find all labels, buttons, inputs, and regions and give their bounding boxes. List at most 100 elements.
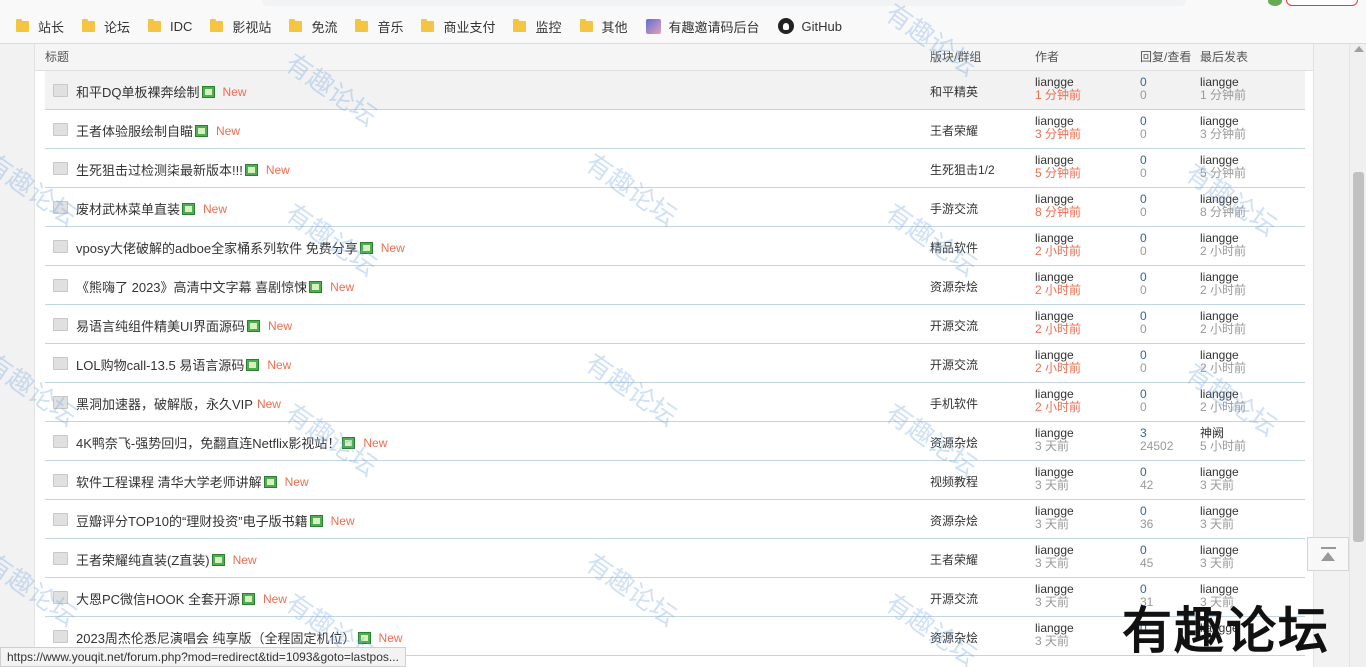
bookmark-item[interactable]: 影视站 — [210, 16, 271, 36]
bookmark-item[interactable]: IDC — [148, 16, 192, 36]
thread-title-link[interactable]: 2023周杰伦悉尼演唱会 纯享版（全程固定机位） — [76, 628, 356, 647]
new-badge: New — [262, 591, 287, 606]
up-arrow-icon — [1321, 552, 1335, 561]
thread-title-link[interactable]: 软件工程课程 清华大学老师讲解 — [76, 472, 262, 491]
bookmark-label: IDC — [170, 18, 193, 34]
thread-title-link[interactable]: 生死狙击过检测柒最新版本!!! — [76, 160, 243, 179]
bookmark-item[interactable]: 其他 — [579, 16, 628, 36]
last-post-time[interactable]: 5 分钟前 — [1200, 167, 1246, 180]
bookmark-item[interactable]: 监控 — [513, 16, 562, 36]
table-row: 王者荣耀纯直装(Z直装) New 王者荣耀 liangge 3 天前 0 45 liangge… — [45, 539, 1305, 578]
thread-title-link[interactable]: 王者体验服绘制自瞄 — [76, 121, 193, 140]
bookmark-item[interactable]: 有趣邀请码后台 — [645, 16, 760, 36]
bookmark-item[interactable]: 商业支付 — [421, 16, 495, 36]
last-post-cell: liangge 3 天前 — [1200, 466, 1239, 492]
forum-link[interactable]: 开源交流 — [930, 317, 978, 334]
thread-title-link[interactable]: 废材武林菜单直装 — [76, 199, 180, 218]
header-last-post: 最后发表 — [1200, 50, 1249, 64]
address-bar[interactable] — [262, 0, 1186, 6]
thread-icon — [53, 84, 68, 97]
bookmark-label: GitHub — [801, 18, 842, 34]
forum-link[interactable]: 视频教程 — [930, 473, 978, 490]
thread-title-link[interactable]: 《熊嗨了 2023》高清中文字幕 喜剧惊悚 — [76, 277, 307, 296]
forum-link[interactable]: 手机软件 — [930, 395, 978, 412]
last-post-time[interactable]: 3 天前 — [1200, 557, 1239, 570]
table-row: 4K鸭奈飞-强势回归，免翻直连Netflix影视站！ New 资源杂烩 liangge… — [45, 422, 1305, 461]
last-post-cell: liangge 3 天前 — [1200, 544, 1239, 570]
last-post-time[interactable]: 2 小时前 — [1200, 401, 1246, 414]
thread-title-cell: 豆瓣评分TOP10的“理财投资”电子版书籍 New — [76, 511, 355, 530]
table-header: 标题 版块/群组 作者 回复/查看 最后发表 — [35, 44, 1313, 71]
author-cell: liangge 2 小时前 — [1035, 310, 1081, 336]
update-button[interactable] — [1286, 0, 1358, 6]
page-scrollbar[interactable] — [1349, 44, 1366, 667]
thread-title-link[interactable]: 豆瓣评分TOP10的“理财投资”电子版书籍 — [76, 511, 308, 530]
last-post-time[interactable]: 2 小时前 — [1200, 245, 1246, 258]
last-post-time[interactable]: 3 分钟前 — [1200, 128, 1246, 141]
last-post-time[interactable]: 1 分钟前 — [1200, 89, 1246, 102]
thread-title-link[interactable]: 王者荣耀纯直装(Z直装) — [76, 550, 210, 569]
profile-avatar[interactable] — [1268, 0, 1282, 6]
thread-title-link[interactable]: vposy大佬破解的adboe全家桶系列软件 免费分享 — [76, 238, 358, 257]
thread-title-link[interactable]: 黑洞加速器，破解版，永久VIP — [76, 394, 253, 413]
image-attachment-icon — [342, 436, 356, 449]
view-count: 24502 — [1140, 439, 1174, 453]
last-post-time[interactable]: 3 天前 — [1200, 479, 1239, 492]
author-cell: liangge 5 分钟前 — [1035, 154, 1081, 180]
forum-link[interactable]: 资源杂烩 — [930, 434, 978, 451]
thread-icon — [53, 201, 68, 214]
forum-link[interactable]: 精品软件 — [930, 239, 978, 256]
thread-title-cell: 黑洞加速器，破解版，永久VIP New — [76, 394, 281, 413]
forum-link[interactable]: 开源交流 — [930, 590, 978, 607]
folder-icon — [82, 18, 96, 32]
new-badge: New — [222, 84, 247, 99]
bookmark-item[interactable]: 论坛 — [82, 16, 130, 36]
thread-title-link[interactable]: LOL购物call-13.5 易语言源码 — [76, 355, 244, 374]
forum-link[interactable]: 手游交流 — [930, 200, 978, 217]
thread-title-link[interactable]: 4K鸭奈飞-强势回归，免翻直连Netflix影视站！ — [76, 433, 340, 452]
back-to-top-icon — [1321, 547, 1336, 549]
forum-link[interactable]: 王者荣耀 — [930, 551, 978, 568]
bookmark-item[interactable]: 免流 — [289, 16, 337, 36]
last-post-time[interactable]: 2 小时前 — [1200, 323, 1246, 336]
thread-icon — [53, 162, 68, 175]
back-to-top-button[interactable] — [1307, 537, 1349, 571]
last-post-time[interactable]: 3 天前 — [1200, 518, 1239, 531]
thread-title-link[interactable]: 易语言纯组件精美UI界面源码 — [76, 316, 245, 335]
bookmark-item[interactable]: 站长 — [16, 16, 64, 36]
last-post-time[interactable]: 8 分钟前 — [1200, 206, 1246, 219]
new-badge: New — [330, 513, 355, 528]
last-post-cell: liangge 2 小时前 — [1200, 232, 1246, 258]
forum-link[interactable]: 王者荣耀 — [930, 122, 978, 139]
thread-icon — [53, 513, 68, 526]
new-badge: New — [203, 201, 228, 216]
github-icon — [777, 18, 794, 34]
table-row: 王者体验服绘制自瞄 New 王者荣耀 liangge 3 分钟前 0 0 liangge 3 分… — [45, 110, 1305, 149]
bookmark-item[interactable]: GitHub — [777, 16, 842, 36]
last-post-time[interactable]: 2 小时前 — [1200, 284, 1246, 297]
view-count: 0 — [1140, 127, 1147, 141]
image-attachment-icon — [241, 592, 255, 605]
thread-title-cell: 王者荣耀纯直装(Z直装) New — [76, 550, 257, 569]
forum-link[interactable]: 和平精英 — [930, 83, 978, 100]
bookmark-item[interactable]: 音乐 — [355, 16, 403, 36]
thread-title-cell: 4K鸭奈飞-强势回归，免翻直连Netflix影视站！ New — [76, 433, 387, 452]
view-count: 0 — [1140, 400, 1147, 414]
table-row: vposy大佬破解的adboe全家桶系列软件 免费分享 New 精品软件 liangg… — [45, 227, 1305, 266]
folder-icon — [421, 18, 435, 32]
bookmark-label: 有趣邀请码后台 — [668, 19, 760, 35]
forum-link[interactable]: 生死狙击1/2 — [930, 161, 995, 178]
image-attachment-icon — [359, 241, 373, 254]
last-post-time[interactable]: 5 小时前 — [1200, 440, 1246, 453]
thread-title-link[interactable]: 和平DQ单板裸奔绘制 — [76, 82, 200, 101]
last-post-time[interactable]: 2 小时前 — [1200, 362, 1246, 375]
bookmark-label: 站长 — [38, 19, 65, 35]
forum-link[interactable]: 资源杂烩 — [930, 278, 978, 295]
thread-title-link[interactable]: 大恩PC微信HOOK 全套开源 — [76, 589, 240, 608]
forum-link[interactable]: 资源杂烩 — [930, 629, 978, 646]
forum-link[interactable]: 资源杂烩 — [930, 512, 978, 529]
scroll-up-arrow-icon[interactable] — [1354, 46, 1364, 52]
last-post-cell: liangge 3 分钟前 — [1200, 115, 1246, 141]
forum-link[interactable]: 开源交流 — [930, 356, 978, 373]
scrollbar-thumb[interactable] — [1353, 172, 1364, 542]
